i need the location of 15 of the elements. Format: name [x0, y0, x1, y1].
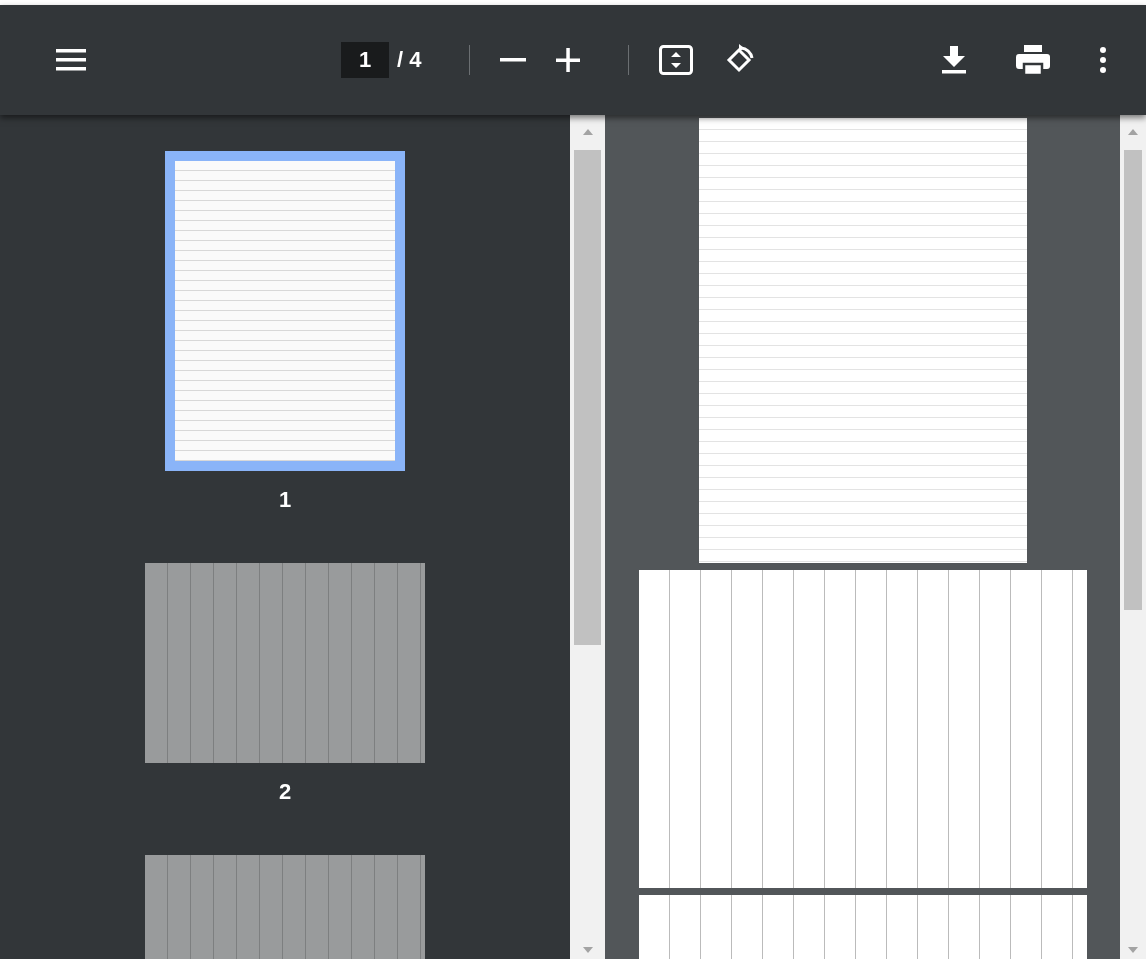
- page-thumbnail[interactable]: [165, 151, 405, 471]
- page-total: / 4: [397, 47, 422, 73]
- page-number-field[interactable]: 1: [341, 42, 389, 78]
- scrollbar[interactable]: [1120, 115, 1146, 959]
- download-icon[interactable]: [942, 46, 966, 74]
- page-thumbnail[interactable]: [145, 563, 425, 763]
- page-number-label: 2: [278, 779, 292, 805]
- zoom-out-icon[interactable]: [500, 58, 527, 62]
- print-icon[interactable]: [1016, 45, 1050, 75]
- zoom-in-icon[interactable]: [556, 48, 581, 72]
- scrollbar[interactable]: [570, 115, 605, 959]
- fit-page-icon[interactable]: [659, 45, 694, 75]
- menu-icon[interactable]: [56, 48, 86, 72]
- page-number-label: 1: [278, 487, 292, 513]
- more-options-icon[interactable]: [1100, 47, 1106, 73]
